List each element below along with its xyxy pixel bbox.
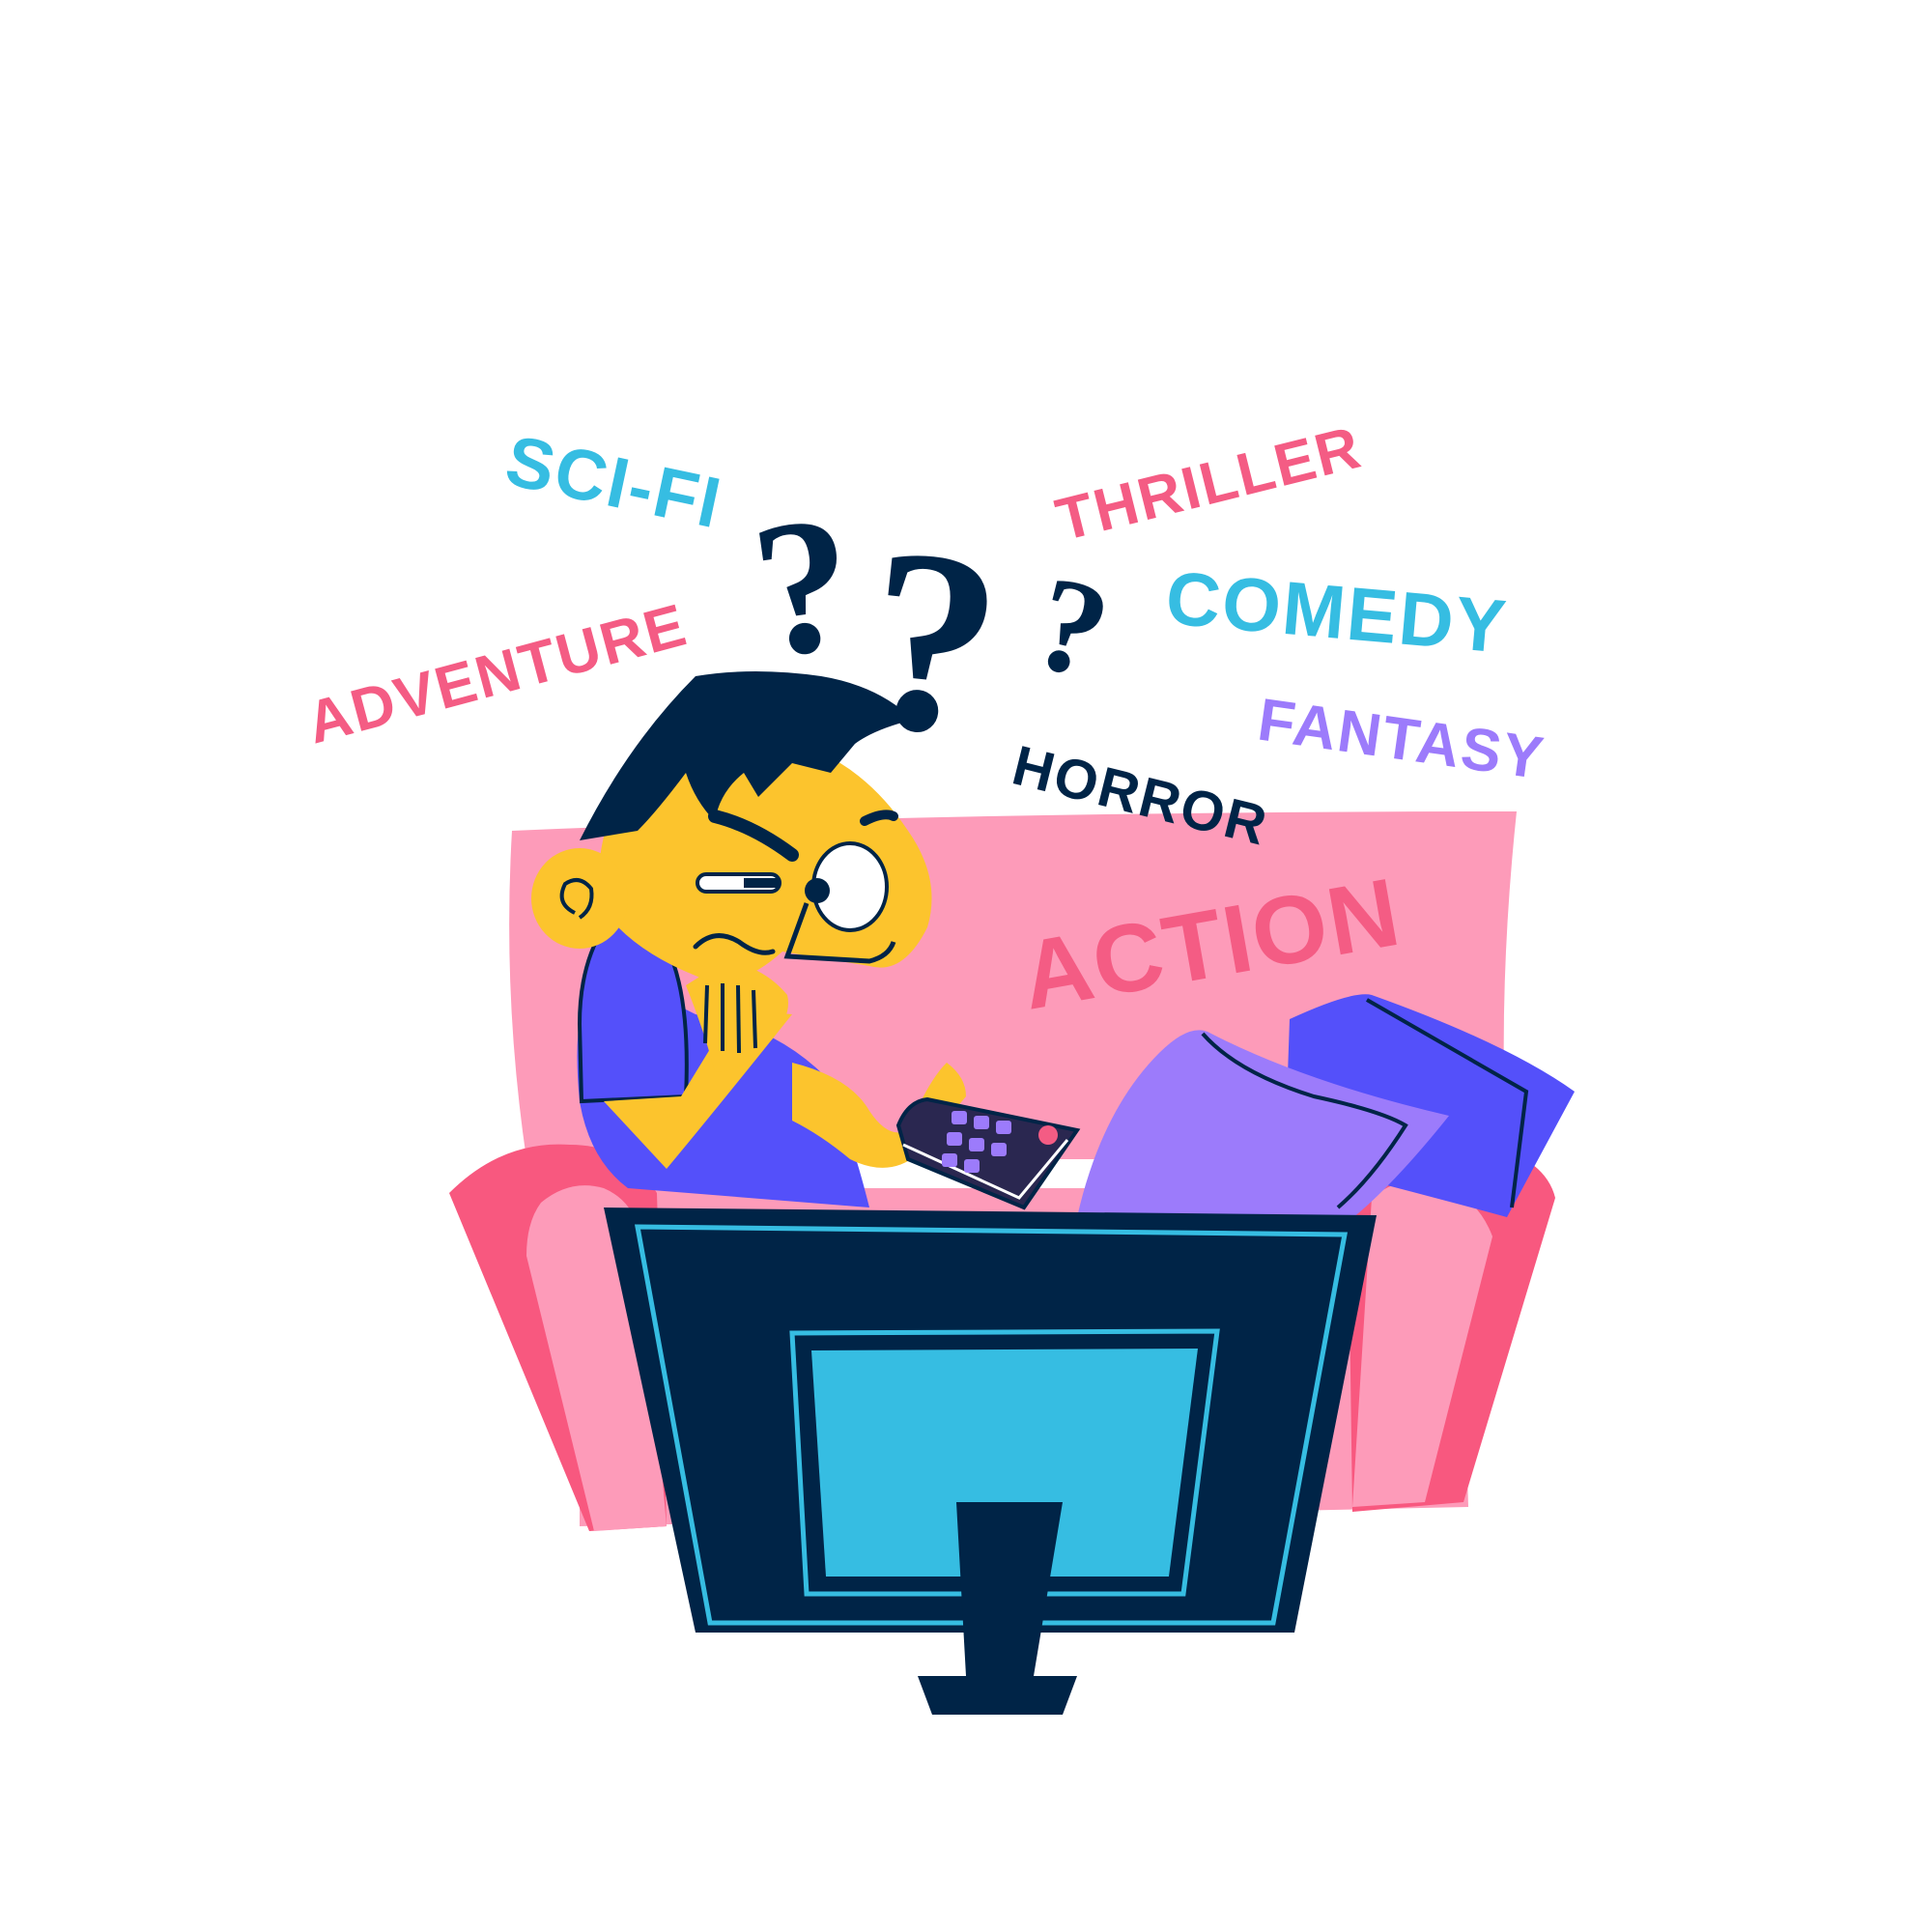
question-mark-center: ? <box>853 492 1013 792</box>
illustration: ? ? ? SCI-FI THRILLER COMEDY ADVENTURE F… <box>300 414 1575 1715</box>
genre-thriller: THRILLER <box>1050 414 1369 554</box>
genre-scifi: SCI-FI <box>499 419 729 543</box>
question-mark-left: ? <box>741 474 867 699</box>
television <box>604 1208 1377 1715</box>
person-ear <box>531 848 628 949</box>
remote-power-button <box>1038 1125 1058 1145</box>
question-mark-right: ? <box>1021 547 1122 708</box>
genre-comedy: COMEDY <box>1163 554 1512 669</box>
genre-adventure: ADVENTURE <box>300 591 695 756</box>
genre-fantasy: FANTASY <box>1254 687 1548 793</box>
